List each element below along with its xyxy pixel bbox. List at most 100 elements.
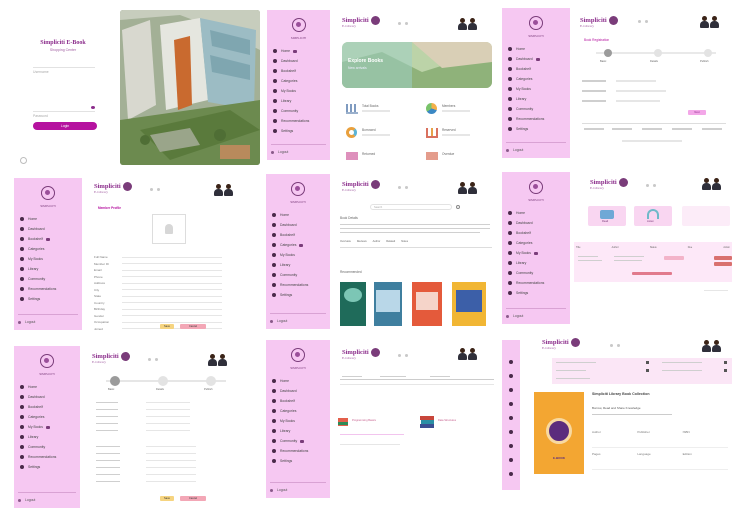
sidebar-item-dashboard[interactable]: Dashboard — [14, 392, 80, 402]
header-avatars[interactable] — [458, 348, 477, 360]
profile-input[interactable] — [122, 321, 222, 323]
list-item[interactable]: Programming Basics — [338, 416, 412, 430]
table-row[interactable] — [578, 256, 598, 257]
tab-author[interactable]: Author — [373, 240, 381, 247]
profile-input[interactable] — [122, 302, 222, 304]
bell-icon[interactable] — [398, 22, 401, 25]
stat-card[interactable]: Reserved — [426, 126, 486, 140]
logout-button[interactable]: Logout — [506, 308, 566, 318]
sidebar-item-bookshelf[interactable]: Bookshelf — [266, 230, 330, 240]
sidebar-item-categories[interactable]: Categories — [14, 244, 82, 254]
sidebar-item-home[interactable]: Home — [502, 208, 570, 218]
header-avatars[interactable] — [702, 178, 721, 190]
sidebar-item-library[interactable]: Library — [266, 426, 330, 436]
mail-icon[interactable] — [155, 358, 158, 361]
form-input[interactable] — [146, 481, 196, 482]
book-cover[interactable] — [412, 282, 442, 326]
profile-input[interactable] — [122, 289, 222, 291]
mail-icon[interactable] — [405, 186, 408, 189]
sidebar-item-settings[interactable]: Settings — [14, 294, 82, 304]
table-row[interactable] — [578, 260, 602, 261]
sidebar-item-community[interactable]: Community — [267, 106, 330, 116]
form-input[interactable] — [146, 446, 196, 447]
form-input[interactable] — [146, 474, 196, 475]
profile-input[interactable] — [122, 256, 222, 258]
sidebar-item-library[interactable]: Library — [14, 264, 82, 274]
save-button[interactable]: Save — [160, 496, 174, 501]
sidebar-item-categories[interactable]: Categories — [267, 76, 330, 86]
bookshelf-icon[interactable] — [509, 388, 513, 392]
sidebar-item-recommendations[interactable]: Recommendations — [502, 278, 570, 288]
bell-icon[interactable] — [150, 188, 153, 191]
header-avatars[interactable] — [458, 18, 477, 30]
form-input[interactable] — [616, 90, 666, 92]
sidebar-item-settings[interactable]: Settings — [266, 290, 330, 300]
form-input[interactable] — [146, 453, 196, 454]
sidebar-item-mybooks[interactable]: My Books — [266, 416, 330, 426]
sidebar-item-categories[interactable]: Categories — [266, 406, 330, 416]
book-cover[interactable] — [340, 282, 366, 326]
form-input[interactable] — [146, 460, 196, 461]
stat-card[interactable]: Members — [426, 102, 486, 116]
mail-icon[interactable] — [653, 184, 656, 187]
library-icon[interactable] — [509, 430, 513, 434]
logout-button[interactable]: Logout — [271, 144, 326, 154]
gear-icon[interactable] — [509, 472, 513, 476]
sidebar-item-recommendations[interactable]: Recommendations — [14, 284, 82, 294]
dashboard-banner[interactable]: Explore Books New arrivals — [342, 42, 492, 88]
community-icon[interactable] — [509, 444, 513, 448]
logout-button[interactable]: Logout — [18, 492, 76, 502]
sidebar-item-community[interactable]: Community — [14, 274, 82, 284]
sidebar-item-home[interactable]: Home — [502, 44, 570, 54]
header-avatars[interactable] — [208, 354, 227, 366]
sidebar-item-bookshelf[interactable]: Bookshelf — [502, 64, 570, 74]
bell-icon[interactable] — [638, 20, 641, 23]
sidebar-item-library[interactable]: Library — [266, 260, 330, 270]
sidebar-item-community[interactable]: Community — [502, 268, 570, 278]
save-button[interactable]: Save — [160, 324, 174, 329]
profile-input[interactable] — [122, 295, 222, 297]
stat-card[interactable]: Total Books — [346, 102, 406, 116]
read-card[interactable]: Read — [588, 206, 626, 226]
tab-notes[interactable]: Notes — [401, 240, 408, 247]
header-avatars[interactable] — [700, 16, 719, 28]
sidebar-item-bookshelf[interactable]: Bookshelf — [266, 396, 330, 406]
step-1[interactable] — [604, 49, 612, 57]
sidebar-item-dashboard[interactable]: Dashboard — [502, 54, 570, 64]
sidebar-item-home[interactable]: Home — [266, 376, 330, 386]
header-avatars[interactable] — [702, 340, 721, 352]
form-input[interactable] — [146, 416, 190, 417]
search-icon[interactable] — [456, 205, 460, 209]
tab-reviews[interactable]: Reviews — [357, 240, 367, 247]
stat-card[interactable]: Returned — [346, 150, 406, 162]
form-field[interactable] — [582, 90, 606, 92]
books-icon[interactable] — [509, 416, 513, 420]
mail-icon[interactable] — [405, 22, 408, 25]
stat-card[interactable]: Borrowed — [346, 126, 406, 140]
sidebar-item-categories[interactable]: Categories — [502, 238, 570, 248]
categories-icon[interactable] — [509, 402, 513, 406]
profile-photo[interactable] — [152, 214, 186, 244]
form-input[interactable] — [146, 467, 196, 468]
tab-related[interactable]: Related — [386, 240, 395, 247]
form-input[interactable] — [616, 100, 660, 102]
sidebar-item-categories[interactable]: Categories — [14, 412, 80, 422]
sidebar-item-bookshelf[interactable]: Bookshelf — [267, 66, 330, 76]
dashboard-icon[interactable] — [509, 374, 513, 378]
sidebar-item-dashboard[interactable]: Dashboard — [267, 56, 330, 66]
sidebar-item-settings[interactable]: Settings — [266, 456, 330, 466]
eye-icon[interactable] — [91, 106, 95, 109]
sidebar-item-recommendations[interactable]: Recommendations — [267, 116, 330, 126]
sidebar-item-mybooks[interactable]: My Books — [266, 250, 330, 260]
action-button[interactable] — [714, 256, 732, 260]
sidebar-item-categories[interactable]: Categories — [266, 240, 330, 250]
bell-icon[interactable] — [148, 358, 151, 361]
book-cover[interactable] — [452, 282, 486, 326]
step-3[interactable] — [704, 49, 712, 57]
form-input[interactable] — [146, 409, 190, 410]
sidebar-item-dashboard[interactable]: Dashboard — [266, 220, 330, 230]
sidebar-item-settings[interactable]: Settings — [267, 126, 330, 136]
logout-button[interactable]: Logout — [18, 314, 78, 324]
search-input[interactable]: Search — [370, 204, 452, 210]
sidebar-item-recommendations[interactable]: Recommendations — [502, 114, 570, 124]
